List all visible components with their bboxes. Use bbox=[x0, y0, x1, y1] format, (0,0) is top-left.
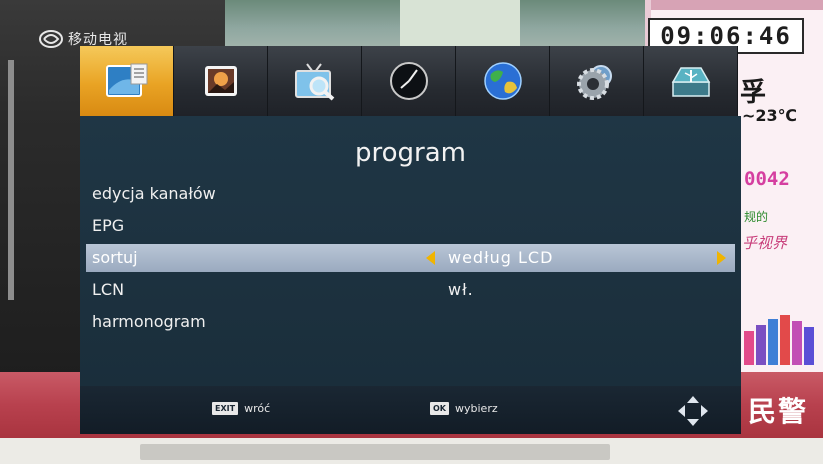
arrow-right-icon[interactable] bbox=[717, 251, 726, 265]
background-bottom-bar bbox=[140, 444, 610, 460]
menu-item-channel-edit[interactable]: edycja kanałów bbox=[86, 180, 735, 208]
navigation-arrows-icon bbox=[678, 396, 708, 426]
exit-hint[interactable]: EXIT wróć bbox=[212, 402, 270, 415]
tab-program[interactable] bbox=[80, 46, 174, 116]
arrow-left-icon[interactable] bbox=[426, 251, 435, 265]
tab-time[interactable] bbox=[362, 46, 456, 116]
right-panel-green-text: 规的 bbox=[744, 210, 769, 224]
red-bar-text: 民警 bbox=[748, 395, 809, 428]
menu-item-label: harmonogram bbox=[92, 312, 206, 331]
picture-icon bbox=[204, 66, 237, 96]
menu-tab-bar bbox=[80, 46, 741, 116]
temperature-text: ~23℃ bbox=[742, 106, 798, 125]
menu-title: program bbox=[355, 138, 466, 168]
usb-icon bbox=[671, 67, 710, 97]
right-panel-pink-text: 乎视界 bbox=[742, 234, 788, 252]
menu-item-value: według LCD bbox=[448, 248, 554, 267]
menu-panel: program edycja kanałów EPG sortuj według… bbox=[80, 116, 741, 386]
tab-channel-search[interactable] bbox=[268, 46, 362, 116]
menu-item-label: sortuj bbox=[92, 248, 138, 267]
pencils-image bbox=[742, 310, 820, 365]
tab-usb[interactable] bbox=[644, 46, 738, 116]
menu-item-sort[interactable]: sortuj według LCD bbox=[86, 244, 735, 272]
right-panel-number: 0042 bbox=[744, 168, 790, 190]
background-stripe bbox=[8, 60, 14, 300]
clock-icon bbox=[389, 62, 428, 100]
tab-picture[interactable] bbox=[174, 46, 268, 116]
globe-icon bbox=[483, 62, 522, 100]
menu-footer: EXIT wróć OK wybierz bbox=[80, 386, 741, 434]
exit-key-icon: EXIT bbox=[212, 402, 239, 415]
menu-item-schedule[interactable]: harmonogram bbox=[86, 308, 735, 336]
ok-hint-label: wybierz bbox=[455, 402, 498, 415]
tab-globe[interactable] bbox=[456, 46, 550, 116]
tab-settings[interactable] bbox=[550, 46, 644, 116]
exit-hint-label: wróć bbox=[244, 402, 271, 415]
settings-gear-icon bbox=[576, 65, 612, 100]
right-panel-character: 孚 bbox=[740, 78, 767, 108]
menu-item-epg[interactable]: EPG bbox=[86, 212, 735, 240]
program-icon bbox=[105, 63, 147, 97]
menu-item-label: EPG bbox=[92, 216, 125, 235]
ok-key-icon: OK bbox=[430, 402, 449, 415]
menu-item-value: wł. bbox=[448, 280, 474, 299]
ok-hint[interactable]: OK wybierz bbox=[430, 402, 498, 415]
right-panel-top bbox=[651, 0, 823, 10]
menu-item-lcn[interactable]: LCN wł. bbox=[86, 276, 735, 304]
menu-item-label: edycja kanałów bbox=[92, 184, 216, 203]
menu-item-label: LCN bbox=[92, 280, 125, 299]
channel-search-icon bbox=[294, 63, 334, 101]
channel-logo-icon bbox=[39, 30, 63, 48]
